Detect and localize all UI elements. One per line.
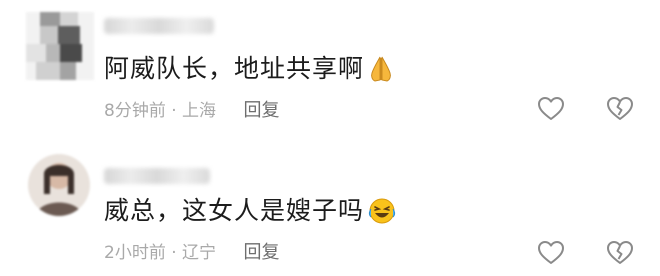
comment-text: 阿威队长，地址共享啊 — [104, 49, 394, 89]
broken-heart-icon[interactable] — [606, 95, 634, 123]
broken-heart-icon[interactable] — [606, 239, 634, 267]
folded-hands-emoji-icon — [368, 55, 394, 89]
username-blurred[interactable] — [104, 168, 210, 184]
timestamp: 2小时前 — [104, 243, 166, 263]
meta-separator: · — [171, 243, 177, 263]
location: 上海 — [182, 101, 217, 121]
comment-item: 威总，这女人是嫂子吗 2小时前 · 辽宁 回复 — [0, 138, 660, 276]
reply-button[interactable]: 回复 — [243, 100, 279, 121]
comment-item: 阿威队长，地址共享啊 8分钟前 · 上海 回复 — [0, 0, 660, 138]
heart-icon[interactable] — [537, 239, 565, 267]
comment-meta: 2小时前 · 辽宁 回复 — [104, 238, 279, 264]
meta-separator: · — [171, 101, 177, 121]
comment-text: 威总，这女人是嫂子吗 — [104, 191, 396, 231]
heart-icon[interactable] — [537, 95, 565, 123]
avatar[interactable] — [28, 154, 90, 216]
location: 辽宁 — [182, 243, 217, 263]
comment-text-body: 威总，这女人是嫂子吗 — [104, 196, 365, 225]
username-blurred[interactable] — [104, 18, 214, 34]
timestamp: 8分钟前 — [104, 101, 166, 121]
comment-meta: 8分钟前 · 上海 回复 — [104, 96, 279, 122]
avatar[interactable] — [26, 12, 94, 80]
comment-text-body: 阿威队长，地址共享啊 — [104, 54, 365, 83]
reply-button[interactable]: 回复 — [243, 242, 279, 263]
rolling-laughing-emoji-icon — [368, 197, 396, 231]
